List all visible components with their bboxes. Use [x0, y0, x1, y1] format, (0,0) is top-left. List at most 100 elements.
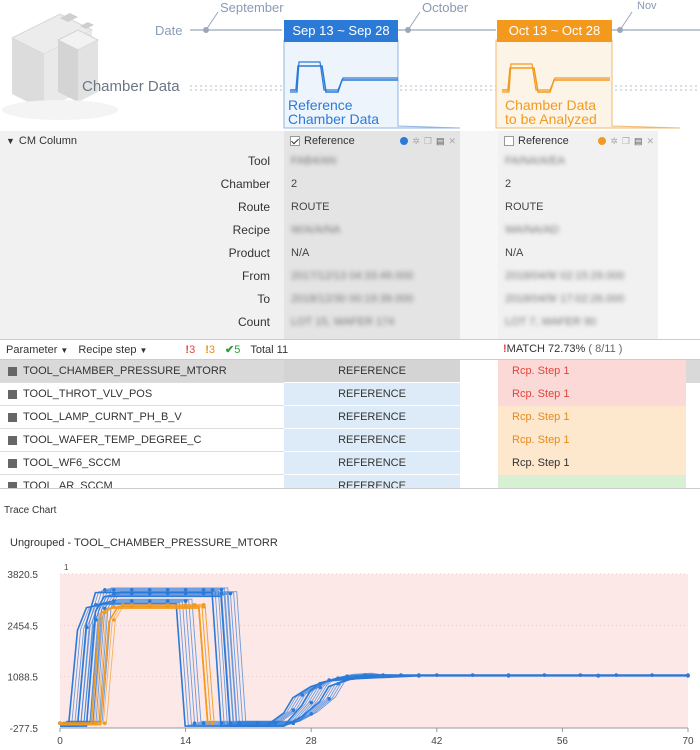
trace-point [291, 708, 296, 712]
trace-point [129, 604, 134, 609]
trace-point [318, 681, 322, 686]
trace-point [112, 599, 116, 603]
trace-point [112, 618, 116, 622]
x-tick-label: 42 [431, 736, 443, 747]
trace-point [363, 674, 367, 678]
trace-point [291, 721, 296, 726]
trace-point [129, 591, 134, 596]
trace-point [686, 674, 690, 678]
parameter-name: TOOL_THROT_VLV_POS [23, 387, 153, 400]
reference-cell: REFERENCE [284, 360, 460, 383]
trace-point [201, 721, 206, 726]
parameter-square-icon [8, 412, 17, 422]
row-gap [460, 429, 498, 452]
trace-point [103, 610, 107, 615]
trace-point [165, 588, 170, 592]
parameter-row[interactable]: TOOL_WF6_SCCM REFERENCE Rcp. Step 1 [0, 452, 700, 475]
x-tick-label: 0 [57, 736, 63, 747]
trace-point [506, 674, 511, 678]
trace-point [300, 693, 305, 697]
trace-point [336, 676, 340, 680]
parameter-name-cell: TOOL_AR_SCCM [0, 475, 284, 488]
trace-point [201, 591, 206, 596]
trace-point [210, 721, 215, 726]
trace-point [112, 604, 116, 609]
row-gap [460, 452, 498, 475]
reference-cell: REFERENCE [284, 475, 460, 488]
parameter-name: TOOL_CHAMBER_PRESSURE_MTORR [23, 364, 227, 377]
trace-point [201, 588, 206, 592]
trace-point [183, 599, 188, 603]
parameter-square-icon [8, 389, 17, 399]
trace-point [210, 588, 215, 592]
parameter-name: TOOL_WAFER_TEMP_DEGREE_C [23, 433, 202, 446]
parameter-name-cell: TOOL_CHAMBER_PRESSURE_MTORR [0, 360, 284, 383]
reference-cell: REFERENCE [284, 383, 460, 406]
parameter-row[interactable]: TOOL_LAMP_CURNT_PH_B_V REFERENCE Rcp. Step… [0, 406, 700, 429]
trace-point [129, 588, 134, 592]
trace-point [112, 591, 116, 596]
reference-cell: REFERENCE [284, 406, 460, 429]
row-gap [460, 383, 498, 406]
x-tick-label: 56 [557, 736, 569, 747]
parameter-row[interactable]: TOOL_CHAMBER_PRESSURE_MTORR REFERENCE Rcp.… [0, 360, 700, 383]
parameter-row[interactable]: TOOL_THROT_VLV_POS REFERENCE Rcp. Step 1 [0, 383, 700, 406]
y-tick-label: 3820.5 [7, 570, 38, 581]
parameter-row[interactable]: TOOL_AR_SCCM REFERENCE [0, 475, 700, 488]
chart-corner-label: 1 [64, 563, 69, 572]
trace-point [129, 599, 134, 603]
trace-point [417, 674, 421, 678]
trace-point [183, 588, 188, 592]
trace-point [85, 625, 89, 630]
row-gap [460, 360, 498, 383]
x-tick-label: 14 [180, 736, 192, 747]
trace-point [309, 712, 314, 716]
parameter-square-icon [8, 366, 17, 376]
trace-point [165, 591, 170, 596]
parameter-name-cell: TOOL_LAMP_CURNT_PH_B_V [0, 406, 284, 429]
trace-point [112, 588, 116, 592]
trace-point [183, 604, 188, 609]
trace-point [94, 603, 98, 607]
trace-point [596, 674, 601, 678]
parameter-row[interactable]: TOOL_WAFER_TEMP_DEGREE_C REFERENCE Rcp. St… [0, 429, 700, 452]
analyzed-step-cell: Rcp. Step 1 [498, 452, 686, 475]
reference-cell: REFERENCE [284, 452, 460, 475]
parameter-square-icon [8, 435, 17, 445]
trace-point [192, 721, 197, 726]
section-divider [0, 488, 700, 489]
analyzed-step-cell [498, 475, 686, 488]
parameter-rows: TOOL_CHAMBER_PRESSURE_MTORR REFERENCE Rcp.… [0, 0, 700, 488]
y-tick-label: 1088.5 [7, 673, 38, 684]
trace-point [255, 721, 260, 726]
x-tick-label: 70 [682, 736, 694, 747]
parameter-name: TOOL_AR_SCCM [23, 479, 113, 489]
trace-chart[interactable]: -277.5 1088.5 2454.5 3820.5 0 14 28 42 56 70 1 [0, 560, 700, 750]
trace-point [219, 721, 224, 726]
trace-point [94, 721, 98, 726]
trace-point [165, 599, 170, 603]
analyzed-step-cell: Rcp. Step 1 [498, 360, 686, 383]
row-gap [460, 406, 498, 429]
trace-point [336, 681, 340, 686]
trace-point [147, 591, 152, 596]
trace-point [228, 591, 233, 596]
parameter-name-cell: TOOL_THROT_VLV_POS [0, 383, 284, 406]
trace-point [309, 700, 314, 705]
trace-point [327, 696, 331, 701]
analyzed-step-cell: Rcp. Step 1 [498, 383, 686, 406]
y-tick-label: -277.5 [10, 724, 39, 735]
trace-point [147, 588, 152, 592]
trace-point [103, 721, 107, 726]
trace-point [147, 599, 152, 603]
parameter-name: TOOL_LAMP_CURNT_PH_B_V [23, 410, 182, 423]
trace-point [219, 588, 224, 592]
trace-point [165, 604, 170, 609]
trace-point [147, 604, 152, 609]
trace-point [237, 721, 242, 726]
row-gap [460, 475, 498, 488]
trace-point [103, 588, 107, 592]
parameter-square-icon [8, 458, 17, 468]
trace-point [219, 591, 224, 596]
analyzed-step-cell: Rcp. Step 1 [498, 429, 686, 452]
